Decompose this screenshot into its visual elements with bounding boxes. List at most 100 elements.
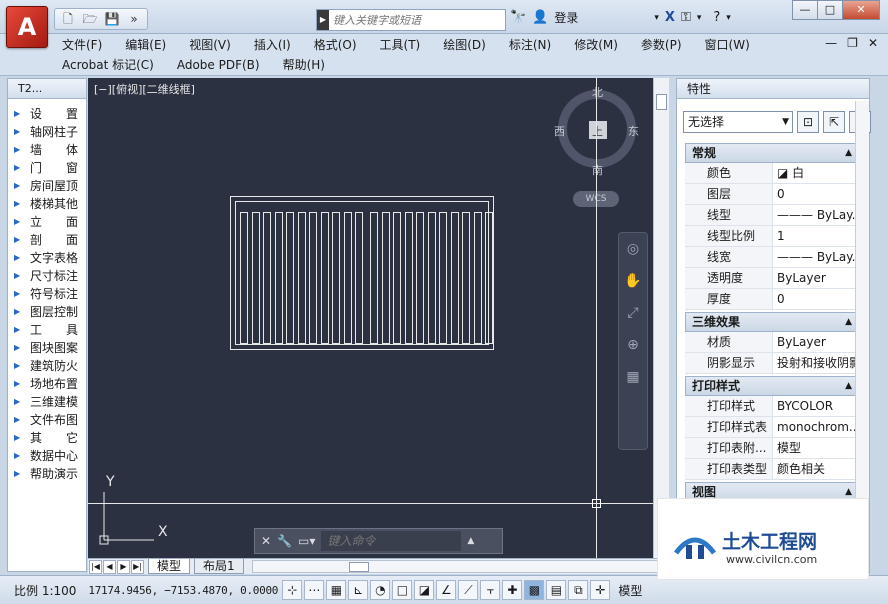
compass-east-label[interactable]: 东: [628, 123, 639, 139]
property-row[interactable]: 打印样式表 monochrom...: [685, 417, 861, 438]
snap-mode-icon[interactable]: ⋯: [304, 580, 325, 600]
new-file-icon[interactable]: 🗋: [58, 10, 78, 28]
section-general[interactable]: 常规 ▲: [685, 143, 861, 163]
menu-tools[interactable]: 工具(T): [380, 35, 432, 55]
palette-item[interactable]: ▶ 轴网柱子: [8, 123, 86, 141]
horizontal-scroll-thumb[interactable]: [348, 562, 369, 572]
pan-icon[interactable]: ✋: [619, 265, 647, 297]
toggle-pickadd-icon[interactable]: ⊡: [797, 111, 819, 133]
menu-modify[interactable]: 修改(M): [574, 35, 629, 55]
wrench-icon[interactable]: 🔧: [277, 534, 292, 548]
exchange-icon[interactable]: X: [665, 10, 675, 25]
palette-item[interactable]: ▶ 墙 体: [8, 141, 86, 159]
palette-item[interactable]: ▶ 工 具: [8, 321, 86, 339]
property-row[interactable]: 打印样式 BYCOLOR: [685, 396, 861, 417]
user-icon[interactable]: 👤: [532, 10, 548, 25]
login-link[interactable]: 登录: [554, 9, 578, 26]
lineweight-icon[interactable]: ✚: [502, 580, 523, 600]
property-row[interactable]: 图层 0: [685, 184, 861, 205]
tab-first-icon[interactable]: |◀: [89, 559, 102, 574]
compass-center-label[interactable]: 上: [592, 123, 603, 139]
palette-item[interactable]: ▶ 数据中心: [8, 447, 86, 465]
command-prompt-icon[interactable]: ▭▾: [298, 534, 315, 548]
compass-north-label[interactable]: 北: [592, 84, 603, 100]
palette-item[interactable]: ▶ 楼梯其他: [8, 195, 86, 213]
object-snap-tracking-icon[interactable]: ∠: [436, 580, 457, 600]
save-icon[interactable]: 💾: [102, 10, 122, 28]
palette-item[interactable]: ▶ 立 面: [8, 213, 86, 231]
palette-item[interactable]: ▶ 符号标注: [8, 285, 86, 303]
command-input[interactable]: [321, 531, 462, 551]
compass-south-label[interactable]: 南: [592, 162, 603, 178]
palette-item[interactable]: ▶ 建筑防火: [8, 357, 86, 375]
palette-item[interactable]: ▶ 图块图案: [8, 339, 86, 357]
palette-item[interactable]: ▶ 其 它: [8, 429, 86, 447]
infer-constraints-icon[interactable]: ⊹: [282, 580, 303, 600]
menu-insert[interactable]: 插入(I): [254, 35, 302, 55]
menu-adobe-pdf[interactable]: Adobe PDF(B): [177, 55, 271, 75]
palette-item[interactable]: ▶ 图层控制: [8, 303, 86, 321]
chevron-up-icon[interactable]: ▲: [467, 536, 474, 546]
horizontal-scrollbar[interactable]: [251, 560, 669, 573]
help-icon[interactable]: ?: [713, 10, 720, 25]
application-menu-button[interactable]: A: [6, 6, 48, 48]
orbit-icon[interactable]: ⊕: [619, 329, 647, 361]
steering-wheel-icon[interactable]: ◎: [619, 233, 647, 265]
drawing-frame[interactable]: [230, 196, 494, 350]
menu-window[interactable]: 窗口(W): [705, 35, 761, 55]
scale-selector[interactable]: 比例 1:100: [0, 582, 82, 599]
menu-view[interactable]: 视图(V): [189, 35, 242, 55]
ortho-mode-icon[interactable]: ⊾: [348, 580, 369, 600]
zoom-icon[interactable]: ⤢: [619, 297, 647, 329]
grid-display-icon[interactable]: ▦: [326, 580, 347, 600]
palette-item[interactable]: ▶ 门 窗: [8, 159, 86, 177]
palette-item[interactable]: ▶ 设 置: [8, 105, 86, 123]
vertical-scrollbar[interactable]: [653, 78, 669, 558]
property-row[interactable]: 打印表附... 模型: [685, 438, 861, 459]
tab-last-icon[interactable]: ▶|: [131, 559, 144, 574]
tab-prev-icon[interactable]: ◀: [103, 559, 116, 574]
tab-next-icon[interactable]: ▶: [117, 559, 130, 574]
palette-item[interactable]: ▶ 房间屋顶: [8, 177, 86, 195]
search-input[interactable]: [329, 13, 499, 27]
dynamic-input-icon[interactable]: ⫟: [480, 580, 501, 600]
palette-item[interactable]: ▶ 文件布图: [8, 411, 86, 429]
chevron-down-icon[interactable]: ▾: [654, 13, 659, 23]
menu-draw[interactable]: 绘图(D): [443, 35, 497, 55]
tab-model[interactable]: 模型: [148, 559, 191, 574]
palette-item[interactable]: ▶ 尺寸标注: [8, 267, 86, 285]
doc-minimize-icon[interactable]: —: [825, 36, 837, 50]
object-snap-icon[interactable]: □: [392, 580, 413, 600]
property-row[interactable]: 材质 ByLayer: [685, 332, 861, 353]
compass-west-label[interactable]: 西: [554, 123, 565, 139]
vertical-scroll-thumb[interactable]: [656, 94, 667, 110]
tab-layout1[interactable]: 布局1: [194, 559, 244, 574]
property-row[interactable]: 厚度 0: [685, 289, 861, 310]
transparency-icon[interactable]: ▩: [524, 580, 545, 600]
annotation-monitor-icon[interactable]: ✛: [590, 580, 611, 600]
property-row[interactable]: 线型 ——— ByLay...: [685, 205, 861, 226]
showmotion-icon[interactable]: ▦: [619, 361, 647, 393]
quick-properties-icon[interactable]: ▤: [546, 580, 567, 600]
drawing-canvas[interactable]: [−][俯视][二维线框] 北 南 东 西 上 WCS ◎ ✋ ⤢ ⊕ ▦ Y …: [88, 78, 669, 558]
chevron-down-icon[interactable]: ▾: [697, 13, 702, 23]
select-objects-icon[interactable]: ⇱: [823, 111, 845, 133]
open-folder-icon[interactable]: 🗁: [80, 10, 100, 28]
polar-tracking-icon[interactable]: ◔: [370, 580, 391, 600]
section-3d-effects[interactable]: 三维效果 ▲: [685, 312, 861, 332]
selection-cycling-icon[interactable]: ⧉: [568, 580, 589, 600]
palette-item[interactable]: ▶ 帮助演示: [8, 465, 86, 483]
dynamic-ucs-icon[interactable]: ⟋: [458, 580, 479, 600]
section-plot-style[interactable]: 打印样式 ▲: [685, 376, 861, 396]
palette-item[interactable]: ▶ 场地布置: [8, 375, 86, 393]
menu-help[interactable]: 帮助(H): [283, 55, 336, 75]
more-tools-icon[interactable]: »: [124, 10, 144, 28]
menu-edit[interactable]: 编辑(E): [125, 35, 177, 55]
property-row[interactable]: 透明度 ByLayer: [685, 268, 861, 289]
palette-item[interactable]: ▶ 三维建模: [8, 393, 86, 411]
property-row[interactable]: 阴影显示 投射和接收阴影: [685, 353, 861, 374]
doc-close-icon[interactable]: ✕: [868, 36, 878, 50]
property-row[interactable]: 打印表类型 颜色相关: [685, 459, 861, 480]
model-space-toggle[interactable]: 模型: [618, 582, 642, 599]
close-icon[interactable]: ✕: [261, 534, 271, 548]
